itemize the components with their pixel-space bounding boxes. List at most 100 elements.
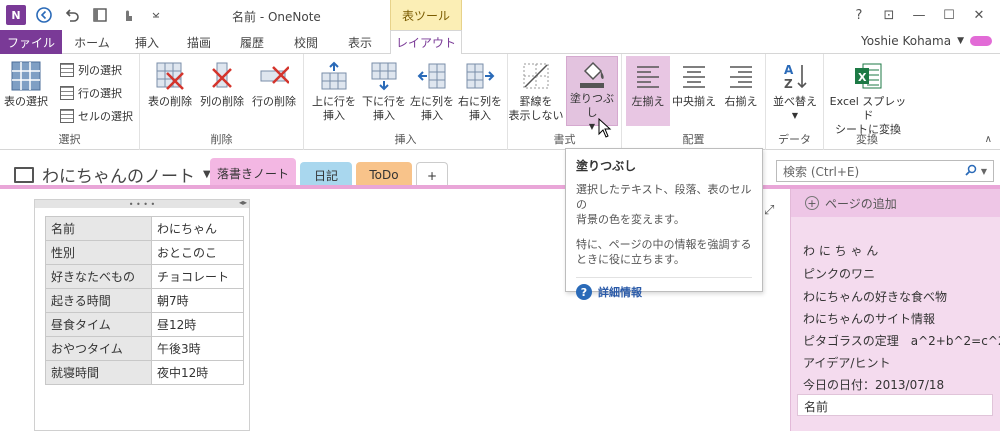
- excel-icon: X: [852, 60, 884, 92]
- insert-row-below-icon: [368, 60, 400, 92]
- align-right-button[interactable]: 右揃え: [720, 60, 762, 109]
- svg-text:Z: Z: [784, 77, 793, 91]
- chevron-down-icon: ▼: [957, 36, 964, 46]
- user-account[interactable]: Yoshie Kohama ▼: [861, 34, 992, 48]
- touch-mode-icon[interactable]: [118, 5, 138, 25]
- table-cell[interactable]: 性別: [45, 240, 152, 265]
- user-name: Yoshie Kohama: [860, 34, 952, 48]
- close-button[interactable]: ✕: [964, 4, 994, 26]
- onenote-logo-icon: N: [6, 5, 26, 25]
- align-group: 左揃え 中央揃え 右揃え 配置: [622, 54, 766, 150]
- list-item[interactable]: わにちゃんのサイト情報: [803, 310, 935, 327]
- minimize-button[interactable]: —: [904, 4, 934, 26]
- resize-handle-icon[interactable]: ◂▸: [239, 198, 247, 207]
- insert-column-right-icon: [464, 60, 496, 92]
- select-group: 表の選択 列の選択 行の選択 セルの選択 選択: [0, 54, 140, 150]
- list-item[interactable]: わ に ち ゃ ん: [803, 242, 878, 259]
- hide-borders-button[interactable]: 罫線を 表示しない: [508, 60, 564, 123]
- list-item[interactable]: 今日の日付：2013/07/18: [803, 376, 944, 393]
- chevron-down-icon: ▼: [791, 111, 799, 120]
- tab-layout[interactable]: レイアウト: [390, 30, 462, 55]
- insert-above-button[interactable]: 上に行を 挿入: [312, 60, 356, 123]
- select-cell-button[interactable]: セルの選択: [60, 108, 133, 124]
- table-cell[interactable]: 好きなたべもの: [45, 264, 152, 289]
- list-item[interactable]: ピンクのワニ: [803, 265, 875, 282]
- ribbon-display-button[interactable]: ⊡: [874, 4, 904, 26]
- notebook-selector[interactable]: わにちゃんのノート ▼: [14, 162, 211, 187]
- insert-right-button[interactable]: 右に列を 挿入: [458, 60, 502, 123]
- table-tools-context-title: 表ツール: [390, 0, 462, 30]
- data-group: AZ 並べ替え ▼ データ: [766, 54, 824, 150]
- table-row: 就寝時間 夜中12時: [45, 360, 244, 385]
- sort-button[interactable]: AZ 並べ替え ▼: [772, 60, 818, 123]
- section-tab-rakugaki[interactable]: 落書きノート: [210, 158, 296, 188]
- tooltip-title: 塗りつぶし: [576, 159, 637, 173]
- table-cell[interactable]: おやつタイム: [45, 336, 152, 361]
- help-button[interactable]: ?: [844, 4, 874, 26]
- table-cell[interactable]: 名前: [45, 216, 152, 241]
- cell-icon: [60, 109, 74, 123]
- tab-file[interactable]: ファイル: [0, 30, 62, 54]
- undo-icon[interactable]: [62, 5, 82, 25]
- tooltip-help-link[interactable]: ? 詳細情報: [576, 284, 752, 300]
- list-item[interactable]: わにちゃんの好きな食べ物: [803, 288, 947, 305]
- row-icon: [60, 86, 74, 100]
- search-icon[interactable]: [965, 164, 977, 179]
- table-cell[interactable]: 昼食タイム: [45, 312, 152, 337]
- paint-bucket-icon: [576, 59, 608, 89]
- delete-row-button[interactable]: 行の削除: [252, 60, 296, 109]
- select-column-button[interactable]: 列の選択: [60, 62, 122, 78]
- table-cell[interactable]: 朝7時: [151, 288, 244, 313]
- table-cell[interactable]: 昼12時: [151, 312, 244, 337]
- table-row: 好きなたべもの チョコレート: [45, 264, 244, 289]
- table-row: 名前 わにちゃん: [45, 216, 244, 241]
- back-icon[interactable]: [34, 5, 54, 25]
- tab-home[interactable]: ホーム: [64, 30, 120, 54]
- search-input[interactable]: 検索 (Ctrl+E): [783, 163, 859, 180]
- dock-icon[interactable]: [90, 5, 110, 25]
- note-container[interactable]: • • • • ◂▸ 名前 わにちゃん 性別 おとこのこ 好きなたべもの チョコレート…: [34, 198, 250, 431]
- align-center-button[interactable]: 中央揃え: [672, 60, 716, 109]
- customize-qat-icon[interactable]: [146, 5, 166, 25]
- table-cell[interactable]: チョコレート: [151, 264, 244, 289]
- table-row: 昼食タイム 昼12時: [45, 312, 244, 337]
- convert-group: X Excel スプレッド シートに変換 変換: [824, 54, 910, 150]
- insert-group: 上に行を 挿入 下に行を 挿入 左に列を 挿入 右に列を 挿入 挿入: [304, 54, 508, 150]
- delete-table-icon: [154, 60, 186, 92]
- convert-to-excel-button[interactable]: X Excel スプレッド シートに変換: [826, 60, 910, 137]
- collapse-ribbon-icon[interactable]: ∧: [985, 134, 992, 145]
- tab-history[interactable]: 履歴: [226, 30, 278, 54]
- add-page-button[interactable]: + ページの追加: [791, 189, 1000, 217]
- table-cell[interactable]: 夜中12時: [151, 360, 244, 385]
- list-item[interactable]: ピタゴラスの定理 a^2+b^2=c^2: [803, 332, 1000, 349]
- plus-icon: +: [805, 196, 819, 210]
- select-row-button[interactable]: 行の選択: [60, 85, 122, 101]
- list-item-current[interactable]: 名前: [797, 394, 993, 416]
- tab-insert[interactable]: 挿入: [122, 30, 172, 54]
- table-cell[interactable]: 就寝時間: [45, 360, 152, 385]
- insert-left-button[interactable]: 左に列を 挿入: [410, 60, 454, 123]
- expand-icon[interactable]: ⤢: [764, 203, 774, 218]
- tab-view[interactable]: 表示: [334, 30, 386, 54]
- chevron-down-icon[interactable]: ▼: [981, 167, 987, 176]
- shading-button[interactable]: 塗りつぶし ▼: [566, 56, 618, 131]
- list-item[interactable]: アイデア/ヒント: [803, 354, 890, 371]
- select-table-button[interactable]: 表の選択: [4, 60, 48, 109]
- align-left-button[interactable]: 左揃え: [626, 56, 670, 126]
- tooltip-description: 選択したテキスト、段落、表のセルの 背景の色を変えます。: [576, 183, 752, 226]
- delete-table-button[interactable]: 表の削除: [148, 60, 192, 109]
- tab-draw[interactable]: 描画: [174, 30, 224, 54]
- note-drag-handle[interactable]: • • • •: [35, 200, 249, 209]
- search-box[interactable]: 検索 (Ctrl+E) ▼: [776, 160, 994, 182]
- maximize-button[interactable]: ☐: [934, 4, 964, 26]
- tab-review[interactable]: 校閲: [280, 30, 332, 54]
- table-cell[interactable]: わにちゃん: [151, 216, 244, 241]
- table-cell[interactable]: 起きる時間: [45, 288, 152, 313]
- page-list-pane: + ページの追加 わ に ち ゃ ん ピンクのワニ わにちゃんの好きな食べ物 わ…: [790, 189, 1000, 431]
- table-cell[interactable]: おとこのこ: [151, 240, 244, 265]
- sort-az-icon: AZ: [779, 60, 811, 92]
- insert-below-button[interactable]: 下に行を 挿入: [362, 60, 406, 123]
- table-cell[interactable]: 午後3時: [151, 336, 244, 361]
- delete-column-button[interactable]: 列の削除: [200, 60, 244, 109]
- notebook-title: わにちゃんのノート: [42, 167, 195, 187]
